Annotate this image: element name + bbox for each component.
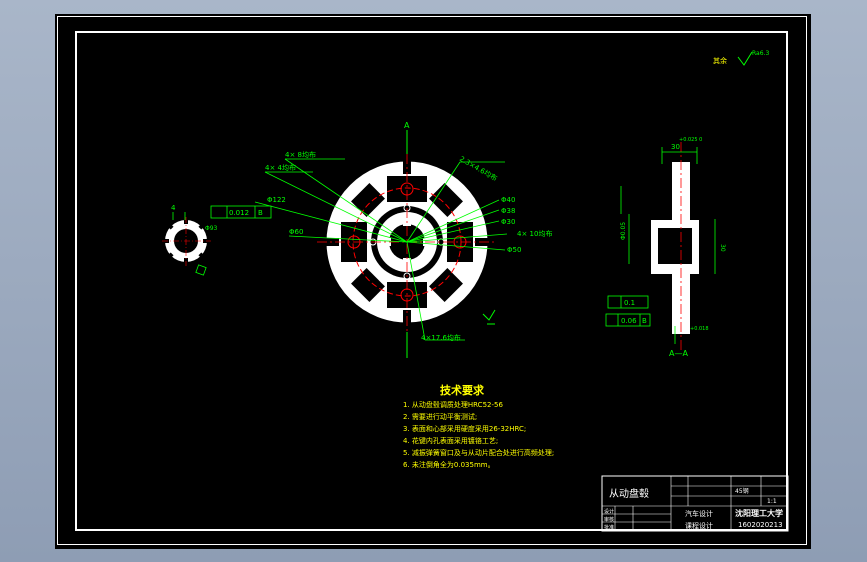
tol-top: +0.025 0 (679, 137, 702, 143)
roughness-value: Ra6.3 (752, 50, 769, 57)
tol-0-06: 0.06 (621, 317, 637, 325)
dim-angled: 2.3×4.6均布 (458, 154, 499, 183)
section-label: A—A (669, 349, 688, 358)
dim-d122: Φ122 (267, 196, 286, 204)
dim-4x10: 4× 10均布 (517, 229, 552, 238)
dim-30-side: 30 (719, 244, 726, 252)
tb-school: 沈阳理工大学 (735, 508, 783, 518)
tech-req-6: 6. 未注倒角全为0.035mm。 (403, 460, 495, 469)
drawing-canvas: 其余 Ra6.3 A 4× 8均布 4× 4均布 2.3×4.6均布 Φ122 … (162, 50, 789, 532)
datum-b: B (258, 209, 263, 217)
tech-req-1: 1. 从动盘毂调质处理HRC52-56 (403, 400, 503, 409)
tol-side: +0.018 (690, 326, 709, 332)
roughness-symbol (737, 51, 753, 66)
tb-scale: 1:1 (767, 498, 777, 505)
datum-b2: B (642, 317, 647, 325)
section-view[interactable]: 30 +0.025 0 Φ0.05 30 0.1 0.06 B +0.018 A… (605, 137, 726, 358)
dim-d50: Φ50 (507, 246, 521, 254)
roughness-note: 其余 (713, 56, 727, 65)
part-name: 从动盘毂 (609, 487, 649, 500)
dim-d60: Φ60 (289, 228, 303, 236)
hub-main-view[interactable]: A 4× 8均布 4× 4均布 2.3×4.6均布 Φ122 Φ60 Φ40 Φ… (254, 121, 552, 358)
dim-4x8: 4× 8均布 (285, 150, 316, 159)
dim-4: 4 (171, 204, 176, 212)
dim-d30: Φ30 (501, 218, 515, 226)
section-marker-a: A (404, 121, 410, 130)
tech-req-4: 4. 花键内孔表面采用镀铬工艺; (403, 436, 498, 445)
dim-d93: Φ93 (205, 225, 218, 232)
tech-req-2: 2. 需要进行动平衡测试; (403, 412, 477, 421)
dim-d0-05: Φ0.05 (620, 222, 627, 240)
tech-req-3: 3. 表面和心部采用硬度采用26-32HRC; (403, 424, 526, 433)
tb-reviewer: 审核 (604, 516, 614, 523)
flatness-value: 0.012 (229, 209, 249, 217)
tb-sub: 课程设计 (685, 521, 713, 530)
tech-req-title: 技术要求 (440, 383, 485, 397)
dim-d38: Φ38 (501, 207, 515, 215)
tb-designer: 设计 (604, 508, 614, 515)
tb-approver: 批准 (604, 524, 614, 531)
tol-0-1: 0.1 (624, 299, 635, 307)
dim-d40: Φ40 (501, 196, 515, 204)
dim-30-top: 30 (671, 143, 680, 151)
tb-number: 1602020213 (738, 521, 783, 529)
spline-detail-view[interactable]: 4 0.012 B Φ93 (162, 204, 272, 276)
dim-4x17-6: 4×17.6均布 (421, 333, 461, 342)
title-block: 从动盘毂 设计 审核 批准 45钢 1:1 汽车设计 课程设计 沈阳理工大学 1… (601, 475, 789, 532)
tb-course: 汽车设计 (685, 509, 713, 518)
tech-req-5: 5. 减振弹簧窗口及与从动片配合处进行高频处理; (403, 448, 554, 457)
dim-4x4: 4× 4均布 (265, 163, 296, 172)
technical-requirements: 技术要求 1. 从动盘毂调质处理HRC52-56 2. 需要进行动平衡测试; 3… (403, 383, 554, 469)
cad-viewport[interactable]: 其余 Ra6.3 A 4× 8均布 4× 4均布 2.3×4.6均布 Φ122 … (55, 14, 811, 549)
tb-material: 45钢 (735, 487, 749, 495)
